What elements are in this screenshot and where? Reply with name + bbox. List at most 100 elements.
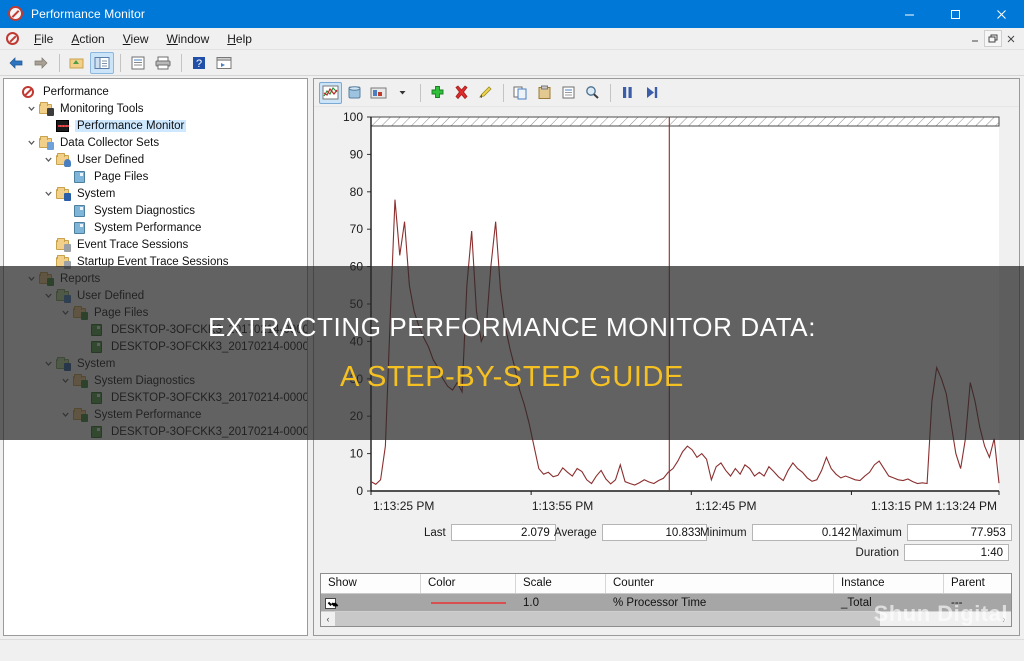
highlight-button[interactable]	[474, 82, 497, 104]
tree-item-page-files[interactable]: Page Files	[4, 304, 307, 321]
menu-file[interactable]: File	[25, 30, 62, 48]
chevron-down-icon[interactable]	[59, 306, 72, 319]
tree-item-user-defined[interactable]: User Defined	[4, 151, 307, 168]
graph-type-dropdown[interactable]	[391, 82, 414, 104]
stat-last-label: Last	[424, 526, 446, 539]
toolbar-separator	[59, 53, 60, 72]
tree-item-page-files[interactable]: Page Files	[4, 168, 307, 185]
menu-window[interactable]: Window	[158, 30, 219, 48]
stat-average-label: Average	[554, 526, 597, 539]
tree-item-event-trace-sessions[interactable]: Event Trace Sessions	[4, 236, 307, 253]
report-icon	[89, 340, 105, 354]
tree-item-user-defined[interactable]: User Defined	[4, 287, 307, 304]
change-graph-type-button[interactable]	[367, 82, 390, 104]
console-tree-panel[interactable]: Performance Monitoring Tools Performance M…	[3, 78, 308, 636]
svg-text:90: 90	[350, 147, 364, 161]
mdi-restore-button[interactable]	[984, 30, 1002, 47]
properties-sheet-button[interactable]	[557, 82, 580, 104]
tree-item-system-performance[interactable]: System Performance	[4, 219, 307, 236]
chevron-down-icon[interactable]	[25, 272, 38, 285]
tree-item-desktop-3ofckk3-20170214-000004[interactable]: DESKTOP-3OFCKK3_20170214-000004	[4, 321, 307, 338]
add-counter-button[interactable]	[426, 82, 449, 104]
svg-text:1:12:45 PM: 1:12:45 PM	[695, 499, 756, 513]
chevron-down-icon[interactable]	[59, 408, 72, 421]
properties-button[interactable]	[126, 52, 150, 74]
chevron-down-icon[interactable]	[42, 357, 55, 370]
col-header-instance[interactable]: Instance	[834, 574, 944, 593]
stat-duration-value: 1:40	[904, 544, 1009, 561]
zoom-button[interactable]	[581, 82, 604, 104]
tree-item-desktop-3ofckk3-20170214-000002[interactable]: DESKTOP-3OFCKK3_20170214-000002	[4, 423, 307, 440]
up-folder-button[interactable]	[65, 52, 89, 74]
menu-action[interactable]: Action	[62, 30, 113, 48]
delete-counter-button[interactable]	[450, 82, 473, 104]
tree-item-label: Performance	[43, 85, 109, 98]
update-data-button[interactable]	[640, 82, 663, 104]
tree-item-label: Performance Monitor	[75, 119, 187, 132]
chevron-down-icon[interactable]	[25, 136, 38, 149]
col-header-scale[interactable]: Scale	[516, 574, 606, 593]
paste-counter-list-button[interactable]	[533, 82, 556, 104]
mdi-minimize-button[interactable]	[966, 30, 984, 47]
back-button[interactable]	[4, 52, 28, 74]
menu-help[interactable]: Help	[218, 30, 261, 48]
tree-item-startup-event-trace-sessions[interactable]: Startup Event Trace Sessions	[4, 253, 307, 270]
col-header-show[interactable]: Show	[321, 574, 421, 593]
col-header-color[interactable]: Color	[421, 574, 516, 593]
col-header-parent[interactable]: Parent	[944, 574, 1011, 593]
show-hide-console-tree-button[interactable]	[90, 51, 114, 74]
show-checkbox[interactable]	[325, 597, 336, 609]
menu-view[interactable]: View	[114, 30, 158, 48]
view-graph-button[interactable]	[319, 81, 342, 104]
svg-text:20: 20	[350, 409, 364, 423]
view-histogram-button[interactable]	[343, 82, 366, 104]
chevron-down-icon[interactable]	[42, 153, 55, 166]
tree-item-monitoring-tools[interactable]: Monitoring Tools	[4, 100, 307, 117]
forward-button[interactable]	[29, 52, 53, 74]
col-header-counter[interactable]: Counter	[606, 574, 834, 593]
chevron-down-icon[interactable]	[59, 374, 72, 387]
scroll-track[interactable]	[335, 612, 997, 626]
scroll-thumb[interactable]	[335, 612, 880, 626]
tree-item-system-performance[interactable]: System Performance	[4, 406, 307, 423]
menu-file-rest: ile	[41, 31, 54, 46]
table-row[interactable]: 1.0 % Processor Time _Total ---	[321, 594, 1011, 612]
chevron-down-icon[interactable]	[42, 187, 55, 200]
show-hide-action-pane-button[interactable]	[212, 52, 236, 74]
freeze-display-button[interactable]	[616, 82, 639, 104]
maximize-button[interactable]	[932, 0, 978, 28]
copy-properties-button[interactable]	[509, 82, 532, 104]
stat-minimum-value: 0.142	[751, 524, 857, 541]
tree-item-system-diagnostics[interactable]: System Diagnostics	[4, 202, 307, 219]
stat-maximum-label: Maximum	[852, 526, 902, 539]
close-button[interactable]	[978, 0, 1024, 28]
counter-table[interactable]: Show Color Scale Counter Instance Parent…	[320, 573, 1012, 627]
tree-item-system[interactable]: System	[4, 355, 307, 372]
stat-average-value: 10.833	[601, 524, 707, 541]
scroll-right-arrow-icon[interactable]: ›	[997, 612, 1011, 626]
tree-item-desktop-3ofckk3-20170214-000001[interactable]: DESKTOP-3OFCKK3_20170214-000001	[4, 389, 307, 406]
chevron-down-icon[interactable]	[25, 102, 38, 115]
tree-item-label: System Performance	[94, 221, 202, 234]
tree-item-label: DESKTOP-3OFCKK3_20170214-000004	[111, 323, 308, 336]
tree-item-performance-monitor[interactable]: Performance Monitor	[4, 117, 307, 134]
minimize-button[interactable]	[886, 0, 932, 28]
tree-item-performance[interactable]: Performance	[4, 83, 307, 100]
tree-item-system-diagnostics[interactable]: System Diagnostics	[4, 372, 307, 389]
stat-minimum: Minimum 0.142	[700, 524, 857, 541]
tree-item-desktop-3ofckk3-20170214-000003[interactable]: DESKTOP-3OFCKK3_20170214-000003	[4, 338, 307, 355]
scroll-left-arrow-icon[interactable]: ‹	[321, 612, 335, 626]
help-button[interactable]: ?	[187, 52, 211, 74]
chevron-down-icon[interactable]	[42, 289, 55, 302]
menu-window-rest: indow	[177, 31, 210, 46]
print-button[interactable]	[151, 52, 175, 74]
performance-chart: 0 10 20 30 40 50 60 70 80 90 100 1:13:25 PM 1:13:55 …	[343, 110, 1000, 513]
mdi-close-button[interactable]	[1002, 30, 1020, 47]
cell-color	[421, 602, 516, 604]
cell-show[interactable]	[321, 597, 421, 609]
tree-item-data-collector-sets[interactable]: Data Collector Sets	[4, 134, 307, 151]
chart-area[interactable]: 0 10 20 30 40 50 60 70 80 90 100 1:13:25 PM 1:13:55 …	[319, 109, 1016, 549]
tree-item-reports[interactable]: Reports	[4, 270, 307, 287]
counter-table-scrollbar[interactable]: ‹ ›	[321, 611, 1011, 626]
tree-item-system[interactable]: System	[4, 185, 307, 202]
